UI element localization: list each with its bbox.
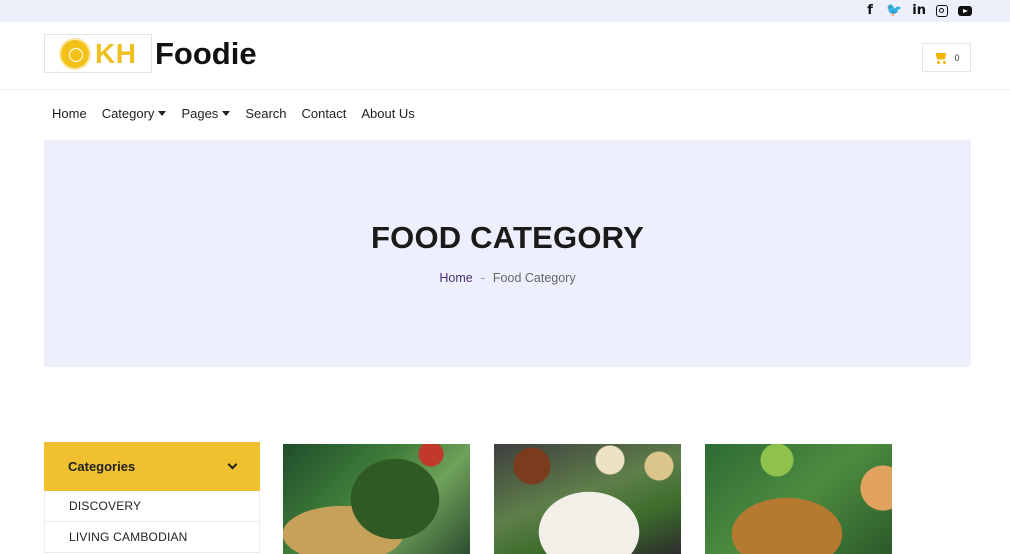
food-image-betel-leaf-dish (283, 444, 470, 554)
nav-item-home[interactable]: Home (52, 106, 87, 121)
top-bar: f 🐦 in (0, 0, 1010, 22)
nav-label: Pages (181, 106, 219, 121)
nav-label: Search (245, 106, 287, 121)
breadcrumb-separator: - (480, 271, 485, 285)
chevron-down-icon (227, 459, 238, 470)
caret-down-icon (222, 111, 231, 116)
nav-item-search[interactable]: Search (245, 106, 286, 121)
nav-item-contact[interactable]: Contact (302, 106, 347, 121)
categories-sidebar: Categories DISCOVERY LIVING CAMBODIAN (44, 442, 260, 553)
nav-label: About Us (361, 106, 415, 121)
food-card-2[interactable] (494, 444, 681, 554)
site-logo[interactable]: KH (44, 34, 152, 73)
food-card-3[interactable] (705, 444, 892, 554)
nav-item-category[interactable]: Category (102, 106, 167, 121)
food-card-1[interactable] (283, 444, 470, 554)
cart-button[interactable]: 0 (922, 43, 971, 72)
twitter-icon[interactable]: 🐦 (886, 2, 902, 20)
page-hero: FOOD CATEGORY Home - Food Category (44, 140, 971, 367)
breadcrumb-current: Food Category (492, 271, 576, 285)
nav-label: Contact (301, 106, 347, 121)
site-header: KH Foodie 0 (0, 22, 1010, 90)
nav-label: Home (52, 106, 87, 121)
linkedin-icon[interactable]: in (912, 2, 926, 20)
social-links: f 🐦 in (864, 2, 972, 20)
food-image-noodle-platter (494, 444, 681, 554)
cart-icon (933, 52, 947, 64)
nav-item-about-us[interactable]: About Us (361, 106, 414, 121)
instagram-icon[interactable] (936, 5, 948, 17)
breadcrumb-home-link[interactable]: Home (439, 271, 472, 285)
main-nav: Home Category Pages Search Contact About… (52, 106, 415, 121)
logo-text: KH (95, 37, 137, 69)
categories-toggle[interactable]: Categories (44, 442, 260, 491)
caret-down-icon (158, 111, 167, 116)
nav-label: Category (101, 106, 155, 121)
page-title: FOOD CATEGORY (371, 220, 644, 255)
cart-count: 0 (954, 52, 960, 63)
categories-title: Categories (68, 459, 136, 474)
food-image-green-curry-bowl (705, 444, 892, 554)
category-item-living-cambodian[interactable]: LIVING CAMBODIAN (44, 522, 260, 553)
breadcrumb: Home - Food Category (44, 271, 971, 285)
category-item-discovery[interactable]: DISCOVERY (44, 491, 260, 522)
nav-item-pages[interactable]: Pages (181, 106, 231, 121)
youtube-icon[interactable] (958, 6, 972, 16)
sun-logo-icon (61, 39, 89, 68)
brand-name[interactable]: Foodie (155, 36, 257, 72)
facebook-icon[interactable]: f (864, 2, 876, 20)
